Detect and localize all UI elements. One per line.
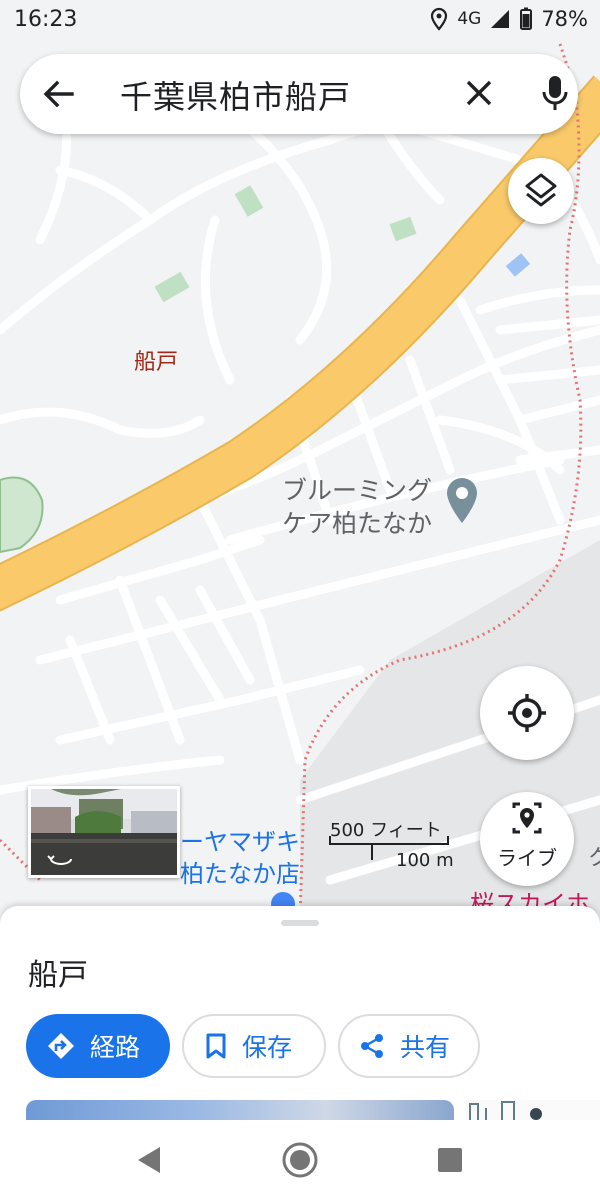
nav-back-icon[interactable] <box>134 1145 164 1175</box>
bookmark-icon <box>206 1033 226 1059</box>
save-button[interactable]: 保存 <box>182 1014 326 1078</box>
poi-label[interactable]: ブルーミング ケア柏たなか <box>282 474 432 540</box>
shop-label-line1: ーヤマザキ <box>180 828 300 856</box>
directions-icon <box>48 1033 74 1059</box>
search-query[interactable]: 千葉県柏市船戸 <box>120 72 351 118</box>
share-label: 共有 <box>400 1033 451 1062</box>
street-view-photo <box>31 789 177 875</box>
close-icon[interactable] <box>464 78 494 108</box>
save-label: 保存 <box>242 1033 293 1062</box>
status-icons: 4G 78% <box>429 7 588 31</box>
sheet-drag-handle[interactable] <box>281 920 319 926</box>
shop-label-line2: 柏たなか店 <box>180 860 300 888</box>
map-scale: 500 フィート 100 m <box>326 814 456 871</box>
location-icon <box>431 7 448 31</box>
share-icon <box>361 1034 383 1058</box>
share-button[interactable]: 共有 <box>338 1014 480 1078</box>
battery-icon <box>520 7 533 30</box>
nav-home-icon[interactable] <box>280 1140 320 1180</box>
status-bar: 16:23 4G 78% <box>0 0 600 44</box>
directions-label: 経路 <box>90 1033 141 1062</box>
signal-icon <box>491 10 510 28</box>
place-photo[interactable] <box>26 1100 454 1120</box>
layers-button[interactable] <box>508 158 574 224</box>
scale-meters: 100 m <box>396 850 454 871</box>
poi-label-line1: ブルーミング <box>282 476 433 505</box>
crosshair-icon <box>508 694 546 732</box>
poi-label-line2: ケア柏たなか <box>282 509 433 538</box>
nav-recents-icon[interactable] <box>436 1146 464 1174</box>
partial-right-label: ク <box>588 846 600 871</box>
system-nav-bar <box>0 1120 600 1200</box>
status-time: 16:23 <box>14 7 78 32</box>
my-location-button[interactable] <box>480 666 574 760</box>
live-view-icon <box>512 802 542 834</box>
live-view-label: ライブ <box>497 846 557 870</box>
street-view-thumbnail[interactable] <box>28 786 180 878</box>
place-photo-secondary[interactable] <box>466 1100 600 1120</box>
photo-preview <box>469 1101 542 1120</box>
layers-icon <box>525 173 557 207</box>
shop-label[interactable]: ーヤマザキ 柏たなか店 <box>180 826 300 890</box>
search-bar[interactable]: 千葉県柏市船戸 <box>20 54 578 134</box>
directions-button[interactable]: 経路 <box>26 1014 170 1078</box>
back-arrow-icon[interactable] <box>42 78 76 110</box>
network-type: 4G <box>457 9 482 29</box>
place-title: 船戸 <box>28 958 88 993</box>
battery-percent: 78% <box>541 7 588 31</box>
map-area-label[interactable]: 船戸 <box>134 344 178 376</box>
microphone-icon[interactable] <box>540 74 570 114</box>
live-view-button[interactable]: ライブ <box>480 792 574 886</box>
